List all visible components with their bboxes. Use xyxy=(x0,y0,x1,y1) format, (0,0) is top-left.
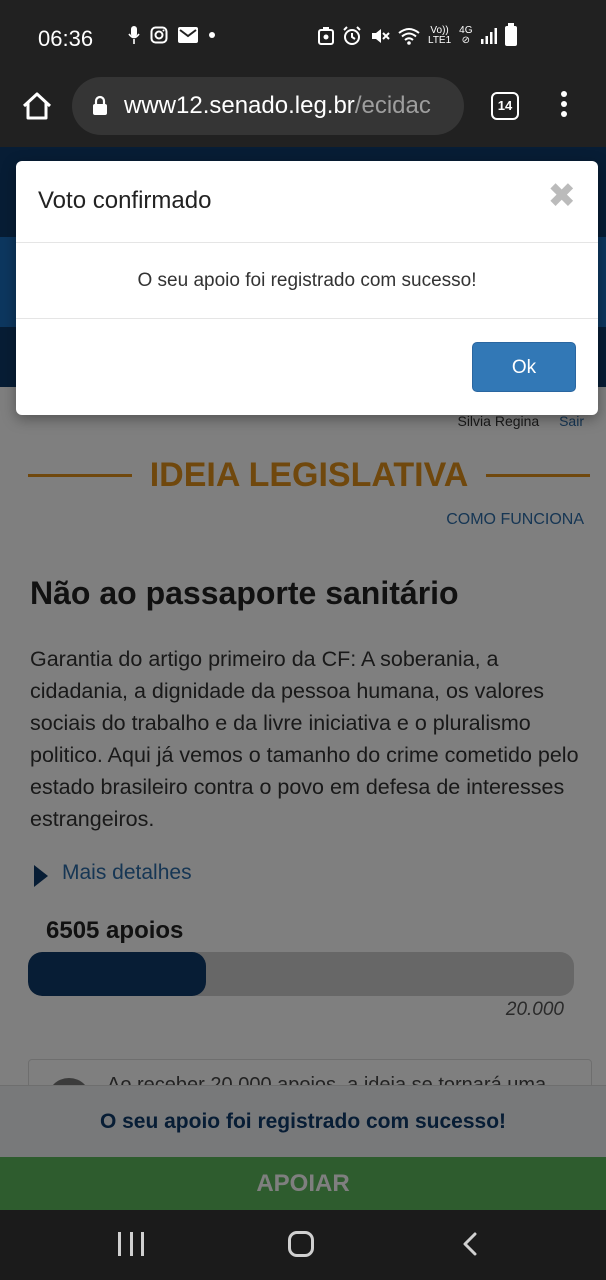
address-bar[interactable]: www12.senado.leg.br/ecidac xyxy=(72,77,464,135)
system-nav-bar xyxy=(0,1210,606,1280)
home-nav-icon[interactable] xyxy=(288,1231,314,1257)
volte-indicator: Vo)) LTE1 xyxy=(428,26,451,46)
url-text: www12.senado.leg.br/ecidac xyxy=(124,92,431,120)
system-icons: Vo)) LTE1 4G ⊘ xyxy=(318,23,517,46)
volte-bottom: LTE1 xyxy=(428,35,452,46)
browser-toolbar: www12.senado.leg.br/ecidac 14 xyxy=(0,75,606,147)
ok-button[interactable]: Ok xyxy=(472,342,576,392)
status-time: 06:36 xyxy=(38,26,94,51)
recent-apps-icon[interactable] xyxy=(118,1232,144,1256)
status-bar: 06:36 Vo)) LTE1 4G ⊘ xyxy=(0,0,606,75)
screenshot-icon xyxy=(318,27,334,45)
url-domain: www12.senado.leg.br xyxy=(124,92,355,119)
dialog-title: Voto confirmado xyxy=(38,187,212,214)
more-menu-icon[interactable] xyxy=(557,89,571,123)
instagram-icon xyxy=(150,26,168,44)
tab-switcher-button[interactable]: 14 xyxy=(491,92,519,120)
signal-icon xyxy=(480,28,497,44)
mail-icon xyxy=(178,27,198,43)
battery-icon xyxy=(504,23,517,46)
home-icon[interactable] xyxy=(20,89,54,123)
dialog-header: Voto confirmado ✖ xyxy=(16,161,598,243)
wifi-icon xyxy=(398,28,420,45)
mic-icon xyxy=(128,26,140,44)
dot-icon xyxy=(209,32,215,38)
mute-icon xyxy=(372,29,390,43)
url-path: /ecidac xyxy=(354,92,431,119)
notification-icons xyxy=(128,26,216,44)
dialog-message: O seu apoio foi registrado com sucesso! xyxy=(16,243,598,319)
vote-confirmed-dialog: Voto confirmado ✖ O seu apoio foi regist… xyxy=(16,161,598,415)
lock-icon xyxy=(93,95,107,115)
back-icon[interactable] xyxy=(460,1232,480,1256)
alarm-icon xyxy=(343,26,361,45)
net-type: 4G ⊘ xyxy=(459,25,473,46)
close-icon[interactable]: ✖ xyxy=(548,179,577,213)
